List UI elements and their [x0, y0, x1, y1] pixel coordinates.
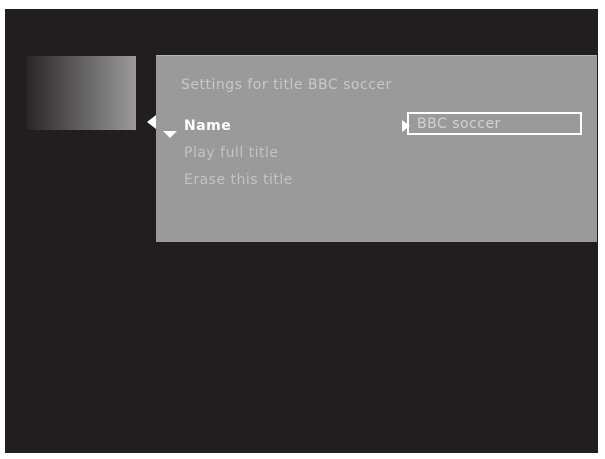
settings-panel: Settings for title BBC soccer Name Play … [147, 55, 597, 242]
tv-screen: Settings for title BBC soccer Name Play … [5, 9, 598, 453]
name-field-value: BBC soccer [417, 116, 501, 132]
triangle-right-icon[interactable] [402, 120, 410, 132]
menu-item-play-full-title[interactable]: Play full title [184, 145, 279, 161]
menu-item-erase-title[interactable]: Erase this title [184, 172, 293, 188]
menu-item-name[interactable]: Name [184, 118, 231, 134]
name-field[interactable]: BBC soccer [407, 112, 582, 135]
triangle-down-icon[interactable] [163, 131, 177, 138]
triangle-left-icon[interactable] [147, 115, 156, 129]
panel-title: Settings for title BBC soccer [181, 77, 392, 93]
title-thumbnail [27, 56, 136, 130]
